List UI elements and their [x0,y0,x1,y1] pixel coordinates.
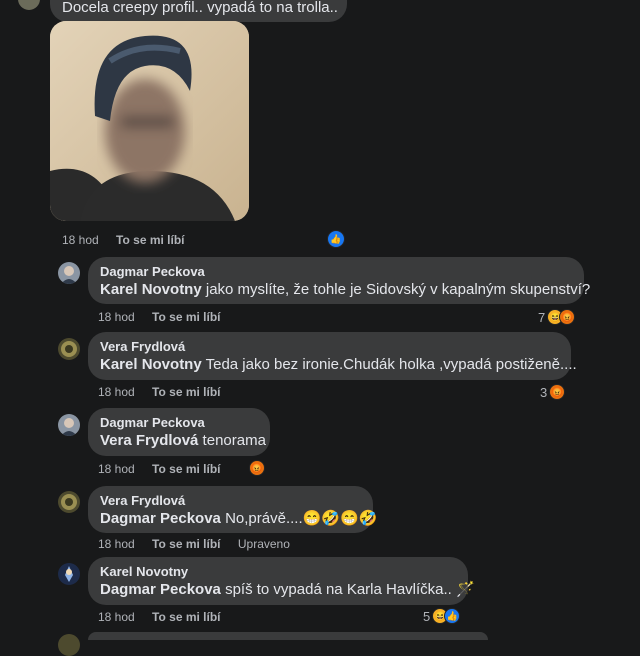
comment-author[interactable]: Vera Frydlová [100,493,361,509]
comment-time[interactable]: 18 hod [98,610,135,624]
blurred-person-image [50,21,249,221]
comment-author[interactable]: Dagmar Peckova [100,264,572,280]
avatar-vera-frydlova[interactable] [58,491,80,513]
person-avatar-icon [61,266,77,284]
comment-text: Dagmar Peckova spíš to vypadá na Karla H… [100,580,475,600]
comment-body: tenorama [198,432,266,449]
character-avatar-icon [65,566,73,582]
comment-text: Karel Novotny Teda jako bez ironie.Chudá… [100,355,577,375]
top-comment-meta: 18 hod To se mi líbí [62,233,199,247]
comment-bubble: Vera Frydlová Karel Novotny Teda jako be… [88,332,577,380]
mention-link[interactable]: Karel Novotny [100,281,202,298]
angry-reaction-icon: 😡 [559,309,576,325]
comment-body: jako myslíte, že tohle je Sidovský v kap… [201,281,591,298]
avatar-karel-novotny[interactable] [58,563,80,585]
top-comment-time[interactable]: 18 hod [62,233,99,247]
top-avatar[interactable] [18,0,40,10]
like-reaction-icon: 👍 [444,608,461,624]
mention-link[interactable]: Vera Frydlová [100,432,198,449]
comment-text: Karel Novotny jako myslíte, že tohle je … [100,280,590,300]
comment-reactions[interactable]: 😡 [249,459,265,477]
mention-link[interactable]: Dagmar Peckova [100,510,221,527]
top-comment-bubble: Docela creepy profil.. vypadá to na trol… [50,0,347,22]
angry-reaction-icon: 😡 [549,384,566,400]
comment-text: Vera Frydlová tenorama [100,431,266,451]
avatar-vera-frydlova[interactable] [58,338,80,360]
like-reaction-icon: 👍 [327,230,345,248]
like-link[interactable]: To se mi líbí [152,310,220,324]
reaction-count: 3 [540,384,548,400]
comment-time[interactable]: 18 hod [98,310,135,324]
edited-label[interactable]: Upraveno [238,537,290,551]
avatar-dagmar-peckova[interactable] [58,262,80,284]
emblem-avatar-icon [61,494,77,510]
top-comment-reactions[interactable]: 👍 [327,230,345,248]
like-link[interactable]: To se mi líbí [152,462,220,476]
comment-bubble: Dagmar Peckova Vera Frydlová tenorama [88,408,270,456]
comment-meta: 18 hod To se mi líbí [98,385,235,399]
mention-link[interactable]: Dagmar Peckova [100,581,221,598]
person-avatar-icon [61,418,77,436]
comment-body: spíš to vypadá na Karla Havlíčka.. 🪄 [220,581,475,598]
like-link[interactable]: To se mi líbí [152,537,220,551]
comment-reactions[interactable]: 5 😆 👍 [423,607,461,625]
comment-meta: 18 hod To se mi líbí [98,462,235,476]
emblem-avatar-icon [61,341,77,357]
reaction-count: 7 [538,309,546,325]
comment-bubble: Dagmar Peckova Karel Novotny jako myslít… [88,257,590,304]
comment-photo[interactable] [50,21,249,221]
like-link[interactable]: To se mi líbí [152,385,220,399]
top-comment-text: Docela creepy profil.. vypadá to na trol… [62,0,338,16]
next-avatar[interactable] [58,634,80,656]
like-link[interactable]: To se mi líbí [152,610,220,624]
comment-time[interactable]: 18 hod [98,462,135,476]
comment-bubble: Vera Frydlová Dagmar Peckova No,právě...… [88,486,377,533]
comment-body: Teda jako bez ironie.Chudák holka ,vypad… [201,356,577,373]
comment-author[interactable]: Vera Frydlová [100,339,559,355]
comment-meta: 18 hod To se mi líbí Upraveno [98,537,304,551]
comment-text: Dagmar Peckova No,právě....😁🤣😁🤣 [100,509,377,529]
comment-reactions[interactable]: 3 😡 [540,383,566,401]
comment-meta: 18 hod To se mi líbí [98,610,235,624]
comment-time[interactable]: 18 hod [98,385,135,399]
comment-bubble: Karel Novotny Dagmar Peckova spíš to vyp… [88,557,475,605]
top-comment-like-link[interactable]: To se mi líbí [116,233,184,247]
angry-reaction-icon: 😡 [249,460,265,476]
comment-author[interactable]: Karel Novotny [100,564,456,580]
mention-link[interactable]: Karel Novotny [100,356,202,373]
reaction-count: 5 [423,608,431,624]
comment-author[interactable]: Dagmar Peckova [100,415,258,431]
comment-time[interactable]: 18 hod [98,537,135,551]
comment-reactions[interactable]: 7 😆 😡 [538,308,576,326]
comment-body: No,právě....😁🤣😁🤣 [220,510,378,527]
avatar-dagmar-peckova[interactable] [58,414,80,436]
comment-meta: 18 hod To se mi líbí [98,310,235,324]
next-comment-bubble [88,632,488,640]
